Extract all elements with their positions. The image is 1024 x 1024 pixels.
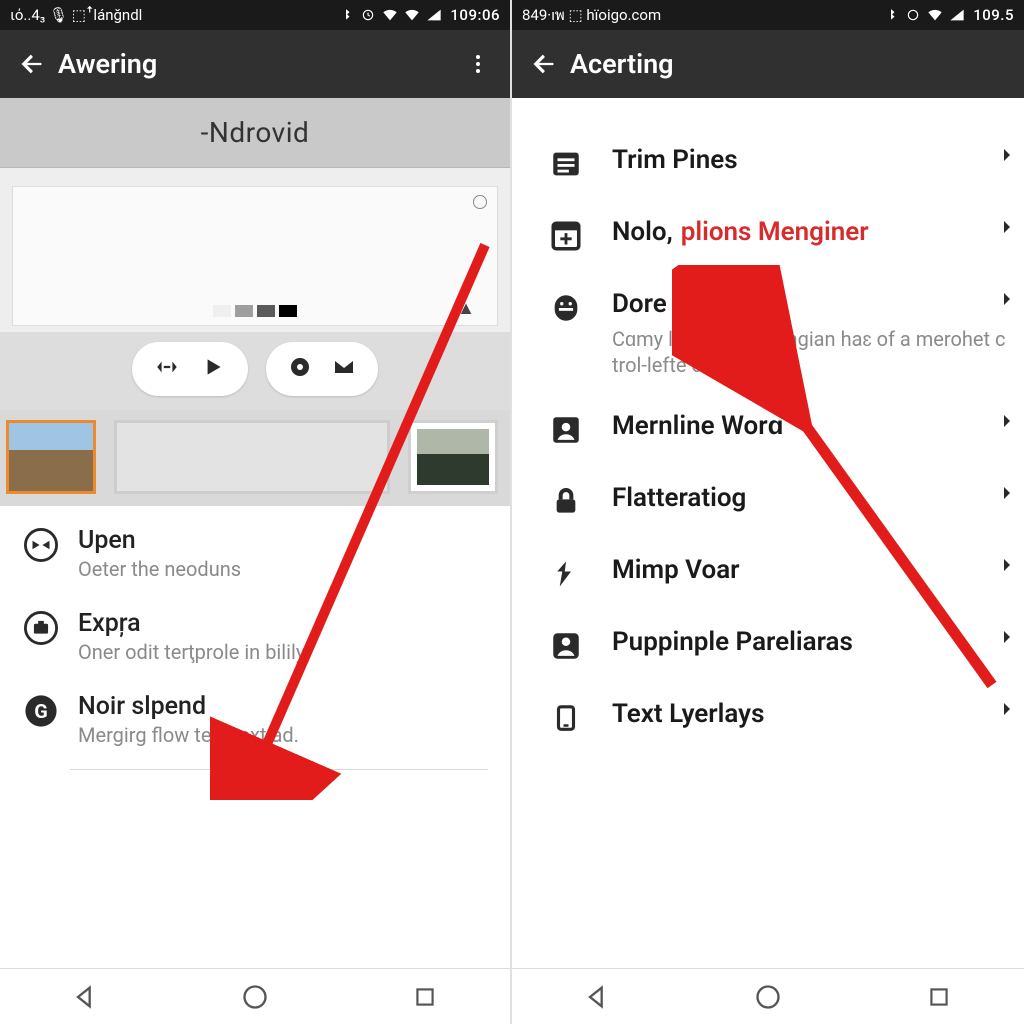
bolt-icon <box>546 554 586 594</box>
option-title: Upen <box>78 526 241 555</box>
option-title: Noir slpend <box>78 692 299 721</box>
g-circle-icon: G <box>22 692 60 730</box>
item-label: Nolo, <box>612 217 673 247</box>
bt-icon <box>883 7 899 23</box>
option-subtitle: Mergirg flow text text ad. <box>78 723 299 747</box>
clock-icon <box>360 7 376 23</box>
chevron-right-icon <box>998 218 1016 236</box>
nav-home-button[interactable] <box>728 977 808 1017</box>
nav-back-button[interactable] <box>45 977 125 1017</box>
divider <box>70 769 488 770</box>
option-title: Expŗa <box>78 609 305 638</box>
signal-icon <box>426 7 442 23</box>
clock-text: 109.5 <box>973 6 1014 24</box>
clock-text: 109:06 <box>450 6 500 24</box>
bt-icon <box>338 7 354 23</box>
status-left: 849·ıพ ⬚ hïoigo.com <box>522 3 661 27</box>
device-icon <box>546 698 586 738</box>
item-dore[interactable]: Dore ender Cɑmy life mil chagengian haɛ … <box>512 272 1024 394</box>
item-label: Puppinple Pareliaras <box>612 627 853 657</box>
nav-bar <box>0 968 510 1024</box>
back-button[interactable] <box>12 50 52 78</box>
settings-list: Trim Pines Nolo, plions Menginer Dore end… <box>512 98 1024 968</box>
nav-home-button[interactable] <box>215 977 295 1017</box>
status-bar: ιό..4₃ 🎙 ⬚ꜛlánğndl 109:06 <box>0 0 510 30</box>
person-card-icon <box>546 626 586 666</box>
nav-recent-button[interactable] <box>899 977 979 1017</box>
option-subtitle: Oner odit terţprole in bilily <box>78 640 305 664</box>
nav-recent-button[interactable] <box>385 977 465 1017</box>
item-label: Flatteratiog <box>612 483 746 513</box>
item-label: Mernline Worɑ <box>612 411 784 441</box>
shuffle-icon <box>22 526 60 564</box>
item-text-overlays[interactable]: Text Lyerlays <box>512 682 1024 754</box>
chevron-right-icon <box>998 290 1016 308</box>
chevron-right-icon <box>998 484 1016 502</box>
back-button[interactable] <box>524 50 564 78</box>
chevron-right-icon <box>998 412 1016 430</box>
wifi-icon-2 <box>404 7 420 23</box>
option-noir[interactable]: G Noir slpend Mergirg flow text text ad. <box>0 678 510 761</box>
nav-back-button[interactable] <box>557 977 637 1017</box>
list-icon <box>546 144 586 184</box>
face-icon <box>546 288 586 328</box>
option-expra[interactable]: Expŗa Oner odit terţprole in bilily <box>0 595 510 678</box>
chevron-right-icon <box>998 700 1016 718</box>
clip-empty-slot[interactable] <box>114 420 390 494</box>
item-flatter[interactable]: Flatteratiog <box>512 466 1024 538</box>
status-bar: 849·ıพ ⬚ hïoigo.com 109.5 <box>512 0 1024 30</box>
person-box-icon <box>546 410 586 450</box>
item-label: Mimp Voar <box>612 555 740 585</box>
mail-icon[interactable] <box>332 355 356 383</box>
svg-text:G: G <box>34 700 48 723</box>
appbar-title: Acerting <box>570 48 674 80</box>
option-list: Upen Oeter the neoduns Expŗa Oner odit t… <box>0 506 510 968</box>
lock-icon <box>546 482 586 522</box>
item-label: Trim Pines <box>612 145 738 175</box>
app-bar: Acerting <box>512 30 1024 98</box>
phone-right: 849·ıพ ⬚ hïoigo.com 109.5 Acerting Trim … <box>512 0 1024 1024</box>
add-box-icon <box>546 216 586 256</box>
warning-icon: ▲ <box>457 298 475 319</box>
canvas-sheet[interactable]: ▲ <box>12 186 498 326</box>
option-upen[interactable]: Upen Oeter the neoduns <box>0 512 510 595</box>
color-swatches[interactable] <box>213 305 297 317</box>
wifi-icon <box>927 7 943 23</box>
camera-icon <box>22 609 60 647</box>
phone-left: ιό..4₃ 🎙 ⬚ꜛlánğndl 109:06 Awering -Ndrov… <box>0 0 512 1024</box>
expand-icon[interactable] <box>154 354 180 384</box>
item-mimp[interactable]: Mimp Voar <box>512 538 1024 610</box>
item-puppinple[interactable]: Puppinple Pareliaras <box>512 610 1024 682</box>
item-label: Text Lyerlays <box>612 699 764 729</box>
item-trim-pines[interactable]: Trim Pines <box>512 128 1024 200</box>
appbar-title: Awering <box>58 48 157 80</box>
nav-bar <box>512 968 1024 1024</box>
chevron-right-icon <box>998 556 1016 574</box>
item-label: Dore ender <box>612 289 740 319</box>
item-highlight: plions Menginer <box>681 217 869 247</box>
clip-thumb-2[interactable] <box>408 420 498 494</box>
play-icon[interactable] <box>200 354 226 384</box>
timeline-strip[interactable] <box>0 410 510 506</box>
item-nolo[interactable]: Nolo, plions Menginer <box>512 200 1024 272</box>
overflow-menu-button[interactable] <box>458 52 498 76</box>
pill-left <box>132 342 248 396</box>
favorite-icon[interactable] <box>473 195 487 209</box>
clip-thumb-1[interactable] <box>6 420 96 494</box>
chevron-right-icon <box>998 146 1016 164</box>
status-left: ιό..4₃ 🎙 ⬚ꜛlánğndl <box>10 6 142 24</box>
app-bar: Awering <box>0 30 510 98</box>
item-mernline[interactable]: Mernline Worɑ <box>512 394 1024 466</box>
settings-gear-icon[interactable] <box>288 355 312 383</box>
signal-icon <box>949 7 965 23</box>
playback-controls <box>0 332 510 410</box>
editor-canvas[interactable]: ▲ <box>0 168 510 506</box>
pill-right <box>266 342 378 396</box>
option-subtitle: Oeter the neoduns <box>78 557 241 581</box>
brand-title: -Ndrovid <box>0 98 510 168</box>
chevron-right-icon <box>998 628 1016 646</box>
clock-icon <box>905 7 921 23</box>
item-subtitle: Cɑmy life mil chagengian haɛ of a merohe… <box>612 326 1006 378</box>
wifi-icon <box>382 7 398 23</box>
